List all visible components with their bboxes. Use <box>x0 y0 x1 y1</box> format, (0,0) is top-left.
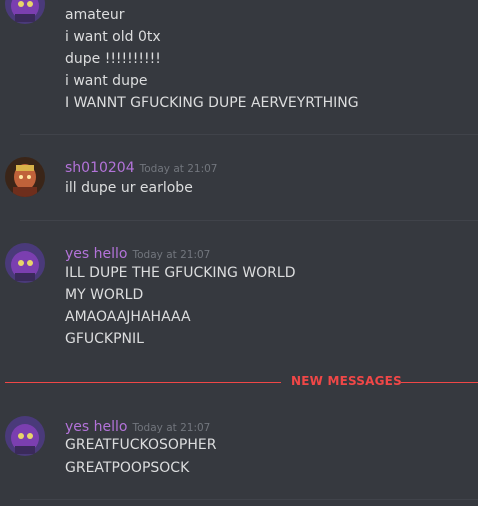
message-text: dupe !!!!!!!!!! <box>65 51 161 67</box>
message-header: yes hello Today at 21:07 <box>65 243 210 262</box>
avatar[interactable] <box>5 157 45 197</box>
username[interactable]: sh010204 <box>65 160 135 176</box>
message-text: AMAOAAJHAHAAA <box>65 309 191 325</box>
message-text: amateur <box>65 7 125 23</box>
timestamp: Today at 21:07 <box>132 422 211 434</box>
message-divider <box>20 220 478 221</box>
new-messages-rule-left <box>5 382 281 383</box>
message-divider <box>20 499 478 500</box>
message-header: sh010204 Today at 21:07 <box>65 157 217 176</box>
message-text: ill dupe ur earlobe <box>65 180 193 196</box>
username[interactable]: yes hello <box>65 419 127 435</box>
message-header: yes hello Today at 21:07 <box>65 416 210 435</box>
message-text: i want old 0tx <box>65 29 161 45</box>
username[interactable]: yes hello <box>65 246 127 262</box>
timestamp: Today at 21:07 <box>139 163 218 175</box>
new-messages-divider: NEW MESSAGES <box>5 372 478 392</box>
avatar[interactable] <box>5 416 45 456</box>
message-divider <box>20 134 478 135</box>
message-text: MY WORLD <box>65 287 144 303</box>
new-messages-rule-right <box>401 382 478 383</box>
message-text: I WANNT GFUCKING DUPE AERVEYRTHING <box>65 95 359 111</box>
message-text: i want dupe <box>65 73 148 89</box>
chat-messages-pane: amateur i want old 0tx dupe !!!!!!!!!! i… <box>0 0 478 506</box>
message-text: GREATPOOPSOCK <box>65 460 190 476</box>
message-text: GFUCKPNIL <box>65 331 144 347</box>
avatar[interactable] <box>5 243 45 283</box>
avatar[interactable] <box>5 0 45 24</box>
new-messages-label: NEW MESSAGES <box>291 374 402 388</box>
message-text: ILL DUPE THE GFUCKING WORLD <box>65 265 296 281</box>
timestamp: Today at 21:07 <box>132 249 211 261</box>
message-text: GREATFUCKOSOPHER <box>65 437 217 453</box>
